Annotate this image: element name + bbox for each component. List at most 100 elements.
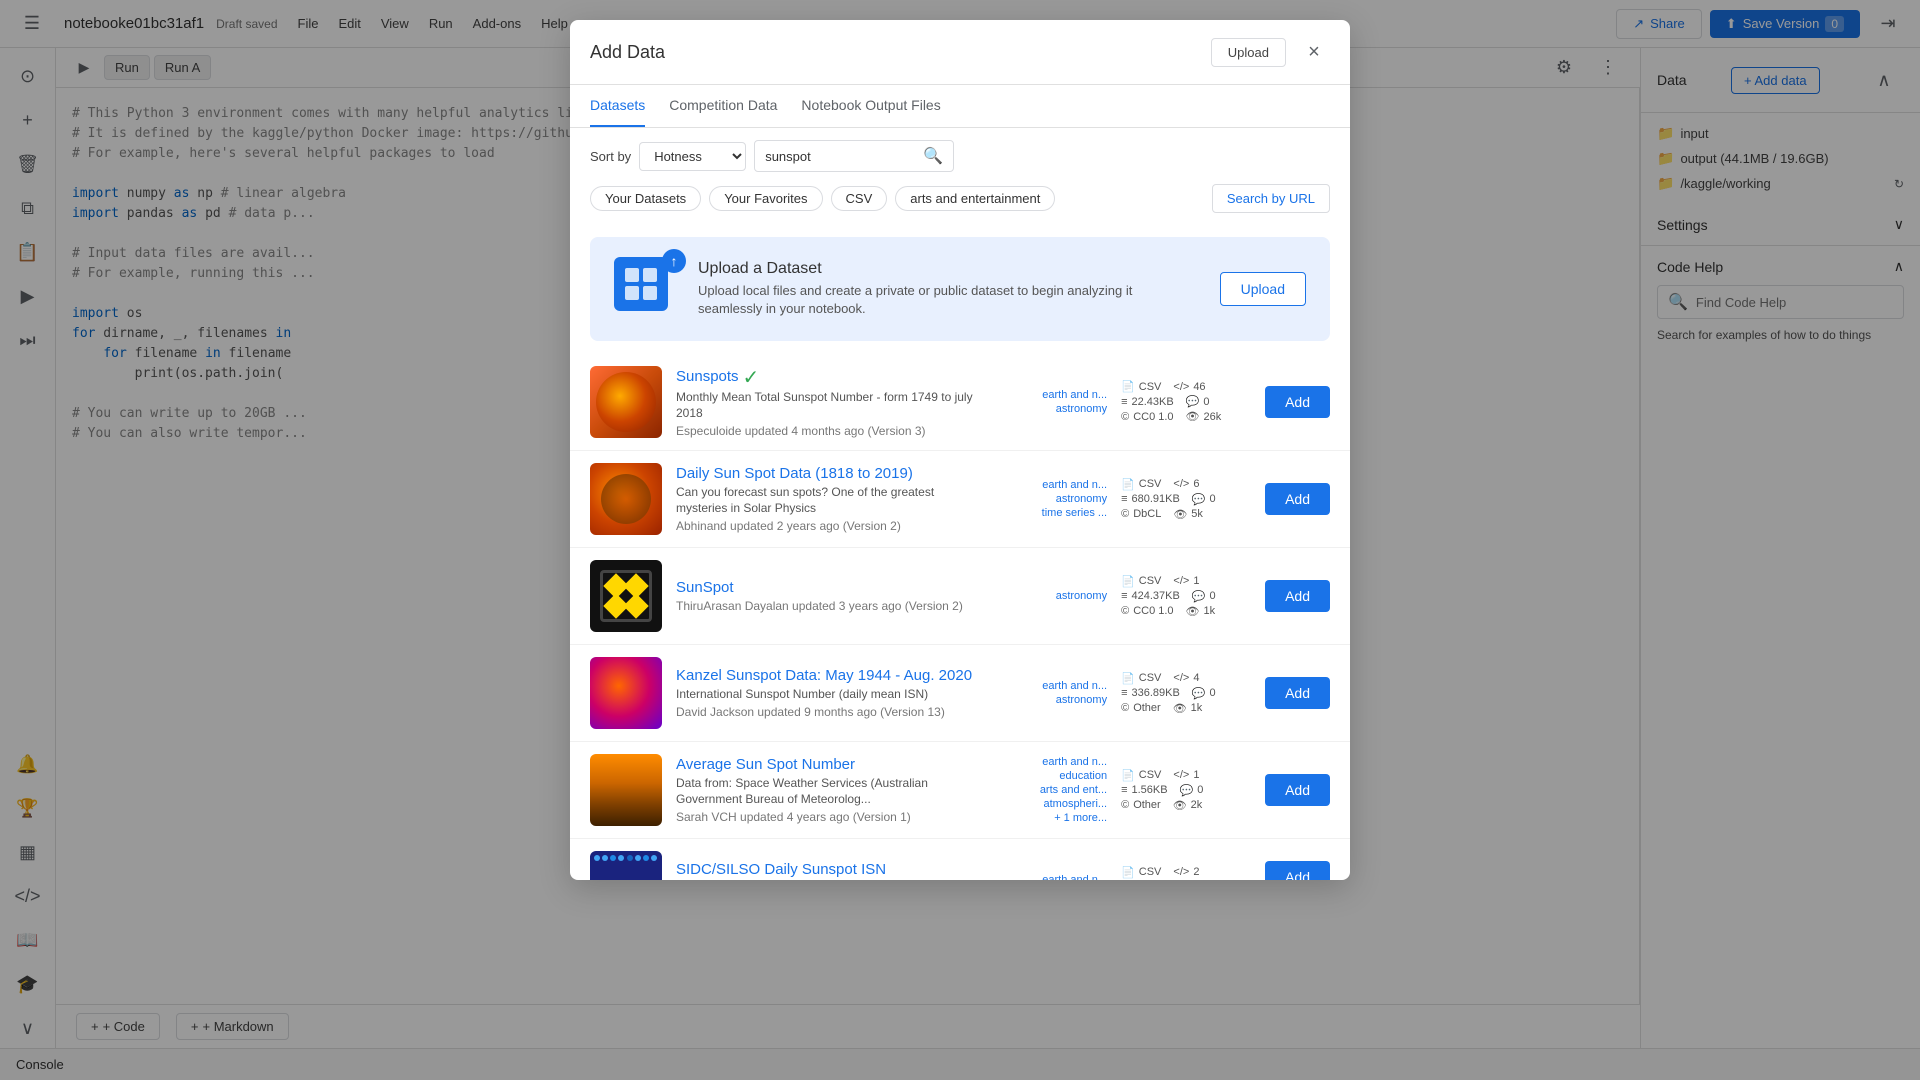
size-icon-k: ≡ xyxy=(1121,687,1127,699)
chip-your-datasets[interactable]: Your Datasets xyxy=(590,186,701,211)
filter-chips-bar: Your Datasets Your Favorites CSV arts an… xyxy=(570,184,1350,225)
stat-license-a: ©Other 👁2k xyxy=(1121,799,1251,812)
tag-astronomy-2[interactable]: astronomy xyxy=(1056,493,1107,505)
tag-atm-a[interactable]: atmospheri... xyxy=(1043,798,1107,810)
sort-select[interactable]: Hotness Most Votes Newest Oldest xyxy=(639,142,746,171)
dataset-item-average: Average Sun Spot Number Data from: Space… xyxy=(570,742,1350,839)
dataset-desc-average: Data from: Space Weather Services (Austr… xyxy=(676,776,983,807)
code-icon-d: </> xyxy=(1173,478,1189,490)
add-button-sunspots[interactable]: Add xyxy=(1265,386,1330,418)
dataset-name-sunspots[interactable]: Sunspots xyxy=(676,368,739,385)
close-modal-button[interactable]: × xyxy=(1298,36,1330,68)
chip-csv[interactable]: CSV xyxy=(831,186,888,211)
chip-your-favorites[interactable]: Your Favorites xyxy=(709,186,822,211)
dataset-meta-average: Sarah VCH updated 4 years ago (Version 1… xyxy=(676,810,983,824)
tag-more-a[interactable]: + 1 more... xyxy=(1054,812,1107,824)
add-button-sunspot[interactable]: Add xyxy=(1265,580,1330,612)
tab-datasets[interactable]: Datasets xyxy=(590,85,645,127)
size-icon-d: ≡ xyxy=(1121,493,1127,505)
tag-astronomy-k[interactable]: astronomy xyxy=(1056,694,1107,706)
dataset-meta-daily: Abhinand updated 2 years ago (Version 2) xyxy=(676,519,983,533)
tag-astronomy[interactable]: astronomy xyxy=(1056,403,1107,415)
add-button-daily[interactable]: Add xyxy=(1265,483,1330,515)
license-icon-d: © xyxy=(1121,508,1129,520)
size-icon-s: ≡ xyxy=(1121,590,1127,602)
comment-icon: 💬 xyxy=(1186,395,1200,408)
chip-arts[interactable]: arts and entertainment xyxy=(895,186,1055,211)
dataset-desc-sunspots: Monthly Mean Total Sunspot Number - form… xyxy=(676,390,983,421)
tag-earth-k[interactable]: earth and n... xyxy=(1042,680,1107,692)
code-icon-a: </> xyxy=(1173,769,1189,781)
dataset-tags-daily: earth and n... astronomy time series ... xyxy=(997,479,1107,519)
stat-size-s: ≡424.37KB 💬0 xyxy=(1121,590,1251,603)
license-icon: © xyxy=(1121,411,1129,423)
header-upload-button[interactable]: Upload xyxy=(1211,38,1286,67)
file-icon-si: 📄 xyxy=(1121,866,1135,879)
dataset-name-kanzel[interactable]: Kanzel Sunspot Data: May 1944 - Aug. 202… xyxy=(676,667,983,684)
dataset-info-average: Average Sun Spot Number Data from: Space… xyxy=(676,756,983,824)
upload-icon-wrap: ↑ xyxy=(614,257,678,321)
dataset-thumb-sunspots xyxy=(590,366,662,438)
code-icon-s: </> xyxy=(1173,575,1189,587)
upload-area-button[interactable]: Upload xyxy=(1220,272,1306,306)
dataset-stats-average: 📄CSV </>1 ≡1.56KB 💬0 ©Other 👁2k xyxy=(1121,769,1251,812)
modal-overlay[interactable]: Add Data Upload × Datasets Competition D… xyxy=(0,0,1920,1080)
dataset-tags-average: earth and n... education arts and ent...… xyxy=(997,756,1107,824)
dataset-item-kanzel: Kanzel Sunspot Data: May 1944 - Aug. 202… xyxy=(570,645,1350,742)
dataset-stats-sunspot: 📄CSV </>1 ≡424.37KB 💬0 ©CC0 1.0 👁1k xyxy=(1121,575,1251,618)
tag-timeseries[interactable]: time series ... xyxy=(1042,507,1107,519)
tag-education-a[interactable]: education xyxy=(1059,770,1107,782)
upload-text: Upload a Dataset Upload local files and … xyxy=(698,260,1200,318)
tag-earth[interactable]: earth and n... xyxy=(1042,389,1107,401)
tag-earth-a[interactable]: earth and n... xyxy=(1042,756,1107,768)
upload-grid-icon xyxy=(614,257,668,311)
dataset-name-sidc[interactable]: SIDC/SILSO Daily Sunspot ISN xyxy=(676,861,983,878)
dataset-stats-sunspots: 📄 CSV </> 46 ≡ 22.43KB 💬 0 © CC0 1.0 xyxy=(1121,380,1251,423)
add-button-sidc[interactable]: Add xyxy=(1265,861,1330,880)
dataset-name-sunspot[interactable]: SunSpot xyxy=(676,579,983,596)
stat-format-si: 📄CSV </>2 xyxy=(1121,866,1251,879)
code-icon-k: </> xyxy=(1173,672,1189,684)
dataset-desc-daily: Can you forecast sun spots? One of the g… xyxy=(676,485,983,516)
search-input[interactable] xyxy=(765,149,923,164)
eye-icon-d: 👁 xyxy=(1173,508,1187,521)
tab-competition-data[interactable]: Competition Data xyxy=(669,85,777,127)
comment-icon-s: 💬 xyxy=(1192,590,1206,603)
dataset-name-average[interactable]: Average Sun Spot Number xyxy=(676,756,983,773)
file-icon-a: 📄 xyxy=(1121,769,1135,782)
stat-license-k: ©Other 👁1k xyxy=(1121,702,1251,715)
upload-area: ↑ Upload a Dataset Upload local files an… xyxy=(590,237,1330,341)
upload-heading: Upload a Dataset xyxy=(698,260,1200,278)
dataset-meta-kanzel: David Jackson updated 9 months ago (Vers… xyxy=(676,705,983,719)
dataset-meta-sunspots: Especuloide updated 4 months ago (Versio… xyxy=(676,424,983,438)
dataset-item-sidc: SIDC/SILSO Daily Sunspot ISN Sunspot Dat… xyxy=(570,839,1350,880)
dataset-stats-kanzel: 📄CSV </>4 ≡336.89KB 💬0 ©Other 👁1k xyxy=(1121,672,1251,715)
dataset-tags-kanzel: earth and n... astronomy xyxy=(997,680,1107,706)
stat-license: © CC0 1.0 👁 26k xyxy=(1121,410,1251,423)
dataset-thumb-sidc xyxy=(590,851,662,880)
dataset-name-daily[interactable]: Daily Sun Spot Data (1818 to 2019) xyxy=(676,465,983,482)
stat-format-d: 📄CSV </>6 xyxy=(1121,478,1251,491)
stat-format-s: 📄CSV </>1 xyxy=(1121,575,1251,588)
modal-title: Add Data xyxy=(590,42,665,63)
dataset-thumb-kanzel xyxy=(590,657,662,729)
tag-earth-si[interactable]: earth and n... xyxy=(1042,874,1107,880)
tag-earth-2[interactable]: earth and n... xyxy=(1042,479,1107,491)
tag-astronomy-3[interactable]: astronomy xyxy=(1056,590,1107,602)
search-by-url-button[interactable]: Search by URL xyxy=(1212,184,1330,213)
add-button-kanzel[interactable]: Add xyxy=(1265,677,1330,709)
filter-bar: Sort by Hotness Most Votes Newest Oldest… xyxy=(570,128,1350,184)
search-box[interactable]: 🔍 xyxy=(754,140,954,172)
add-button-average[interactable]: Add xyxy=(1265,774,1330,806)
license-icon-a: © xyxy=(1121,799,1129,811)
dataset-meta-sunspot: ThiruArasan Dayalan updated 3 years ago … xyxy=(676,599,983,613)
dataset-list: Sunspots ✓ Monthly Mean Total Sunspot Nu… xyxy=(570,353,1350,880)
tag-arts-a[interactable]: arts and ent... xyxy=(1040,784,1107,796)
file-icon-d: 📄 xyxy=(1121,478,1135,491)
upload-arrow-icon: ↑ xyxy=(662,249,686,273)
dataset-stats-sidc: 📄CSV </>2 ≡538.49KB 💬0 ©Other 👁509 xyxy=(1121,866,1251,880)
tab-notebook-output[interactable]: Notebook Output Files xyxy=(801,85,940,127)
size-icon: ≡ xyxy=(1121,396,1127,408)
code-icon-si: </> xyxy=(1173,866,1189,878)
stat-format: 📄 CSV </> 46 xyxy=(1121,380,1251,393)
